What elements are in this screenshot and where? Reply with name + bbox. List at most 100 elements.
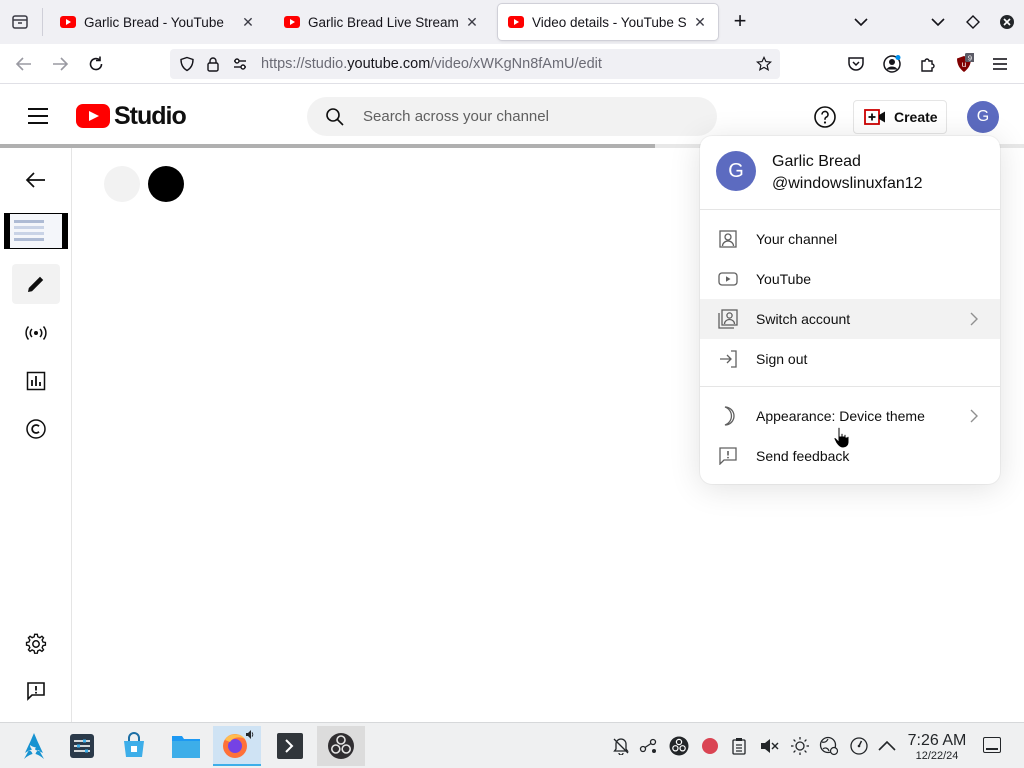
hand-pointer-cursor-icon xyxy=(833,426,850,449)
window-minimize-icon[interactable] xyxy=(928,12,948,32)
browser-navigation-bar: https://studio.youtube.com/video/xWKgNn8… xyxy=(0,44,1024,84)
back-to-content-button[interactable] xyxy=(12,160,60,200)
padlock-icon[interactable] xyxy=(205,56,221,72)
app-menu-hamburger-icon[interactable] xyxy=(988,52,1012,76)
power-management-gauge-icon[interactable] xyxy=(849,736,869,756)
system-taskbar: 7:26 AM 12/22/24 xyxy=(0,722,1024,768)
youtube-studio-logo[interactable]: Studio xyxy=(76,101,187,130)
tab-title: Garlic Bread Live Stream - xyxy=(308,14,458,30)
youtube-studio-favicon-icon xyxy=(508,16,524,28)
close-tab-icon[interactable]: ✕ xyxy=(464,14,480,30)
studio-menu-hamburger-icon[interactable] xyxy=(26,104,50,128)
create-button[interactable]: Create xyxy=(853,100,947,134)
account-box-icon xyxy=(718,229,738,249)
feedback-icon xyxy=(27,682,45,701)
reload-icon[interactable] xyxy=(84,52,108,76)
site-permissions-icon[interactable] xyxy=(232,56,248,72)
browser-tab-garlic-bread-youtube[interactable]: Garlic Bread - YouTube ✕ xyxy=(50,4,266,40)
moon-icon xyxy=(718,406,738,426)
menu-item-label: Appearance: Device theme xyxy=(756,408,925,424)
extensions-puzzle-icon[interactable] xyxy=(916,52,940,76)
tab-overflow-chevron-icon[interactable] xyxy=(851,12,871,32)
rail-item-send-feedback[interactable] xyxy=(12,671,60,711)
clock-date[interactable]: 12/22/24 xyxy=(900,750,974,762)
address-bar[interactable]: https://studio.youtube.com/video/xWKgNn8… xyxy=(170,49,780,79)
youtube-icon xyxy=(718,269,738,289)
bookmark-star-icon[interactable] xyxy=(756,55,772,72)
video-thumbnail[interactable] xyxy=(4,213,68,249)
firefox-account-icon[interactable] xyxy=(880,52,904,76)
taskbar-terminal-icon[interactable] xyxy=(266,726,314,766)
menu-item-sign-out[interactable]: Sign out xyxy=(700,339,1000,379)
browser-tab-video-details[interactable]: Video details - YouTube Stu ✕ xyxy=(498,4,718,40)
tab-separator xyxy=(42,8,43,36)
menu-item-label: Your channel xyxy=(756,231,838,247)
clipboard-icon[interactable] xyxy=(729,736,749,756)
account-menu-header: G Garlic Bread @windowslinuxfan12 xyxy=(700,136,1000,210)
clock-time[interactable]: 7:26 AM xyxy=(900,732,974,750)
application-launcher-arch-icon[interactable] xyxy=(10,726,58,766)
menu-divider xyxy=(700,386,1000,387)
close-tab-icon[interactable]: ✕ xyxy=(240,14,256,30)
back-arrow-icon xyxy=(25,172,45,188)
browser-tab-garlic-bread-live-stream[interactable]: Garlic Bread Live Stream - ✕ xyxy=(274,4,490,40)
tab-title: Garlic Bread - YouTube xyxy=(84,14,224,30)
rail-item-analytics[interactable] xyxy=(12,361,60,401)
help-icon[interactable] xyxy=(813,105,837,129)
search-icon[interactable] xyxy=(325,107,345,127)
menu-item-label: Sign out xyxy=(756,351,808,367)
notifications-muted-bell-icon[interactable] xyxy=(611,736,631,756)
loading-placeholder-dot xyxy=(104,166,140,202)
taskbar-file-manager-icon[interactable] xyxy=(162,726,210,766)
rail-item-details[interactable] xyxy=(12,264,60,304)
tracking-protection-shield-icon[interactable] xyxy=(179,56,195,72)
show-hidden-tray-chevron-up-icon[interactable] xyxy=(877,736,897,756)
menu-item-label: YouTube xyxy=(756,271,812,287)
menu-item-label: Switch account xyxy=(756,311,851,327)
show-desktop-icon[interactable] xyxy=(983,737,1001,753)
night-color-brightness-icon[interactable] xyxy=(790,736,810,756)
taskbar-obs-studio-icon[interactable] xyxy=(317,726,365,766)
network-globe-icon[interactable] xyxy=(819,736,839,756)
close-tab-icon[interactable]: ✕ xyxy=(692,14,708,30)
loading-spinner-dot xyxy=(148,166,184,202)
menu-item-your-channel[interactable]: Your channel xyxy=(700,219,1000,259)
youtube-favicon-icon xyxy=(284,16,300,28)
ublock-origin-icon[interactable]: u9 xyxy=(952,52,976,76)
page-loading-progress-fill xyxy=(0,144,656,148)
studio-side-rail xyxy=(0,148,72,722)
rail-item-live[interactable] xyxy=(12,313,60,353)
account-avatar-button[interactable]: G xyxy=(967,101,999,133)
rail-item-copyright[interactable] xyxy=(12,409,60,449)
new-tab-button[interactable]: + xyxy=(728,10,752,34)
url-host: youtube.com xyxy=(347,56,431,72)
account-name: Garlic Bread xyxy=(772,153,861,170)
channel-search-box[interactable] xyxy=(307,97,717,136)
switch-account-icon xyxy=(718,309,738,329)
url-prefix: https://studio. xyxy=(261,56,348,72)
account-menu-avatar: G xyxy=(716,151,756,191)
url-text[interactable]: https://studio.youtube.com/video/xWKgNn8… xyxy=(261,56,602,72)
menu-item-youtube[interactable]: YouTube xyxy=(700,259,1000,299)
window-maximize-icon[interactable] xyxy=(963,12,983,32)
taskbar-firefox-icon[interactable] xyxy=(213,726,261,766)
volume-muted-icon[interactable] xyxy=(759,736,779,756)
kde-connect-icon[interactable] xyxy=(639,736,659,756)
pencil-edit-icon xyxy=(28,276,44,292)
chevron-right-icon xyxy=(964,309,984,329)
search-input[interactable] xyxy=(363,97,703,136)
rail-item-settings[interactable] xyxy=(12,624,60,664)
pocket-icon[interactable] xyxy=(844,52,868,76)
browser-tab-strip: Garlic Bread - YouTube ✕ Garlic Bread Li… xyxy=(0,0,1024,44)
list-all-tabs-icon[interactable] xyxy=(8,10,32,34)
menu-item-switch-account[interactable]: Switch account xyxy=(700,299,1000,339)
recording-indicator-icon[interactable] xyxy=(700,736,720,756)
account-handle: @windowslinuxfan12 xyxy=(772,175,923,192)
window-close-icon[interactable] xyxy=(997,12,1017,32)
taskbar-system-settings-icon[interactable] xyxy=(58,726,106,766)
studio-logo-text: Studio xyxy=(114,101,187,130)
back-arrow-icon[interactable] xyxy=(12,52,36,76)
taskbar-discover-store-icon[interactable] xyxy=(110,726,158,766)
forward-arrow-icon[interactable] xyxy=(48,52,72,76)
obs-tray-icon[interactable] xyxy=(669,736,689,756)
